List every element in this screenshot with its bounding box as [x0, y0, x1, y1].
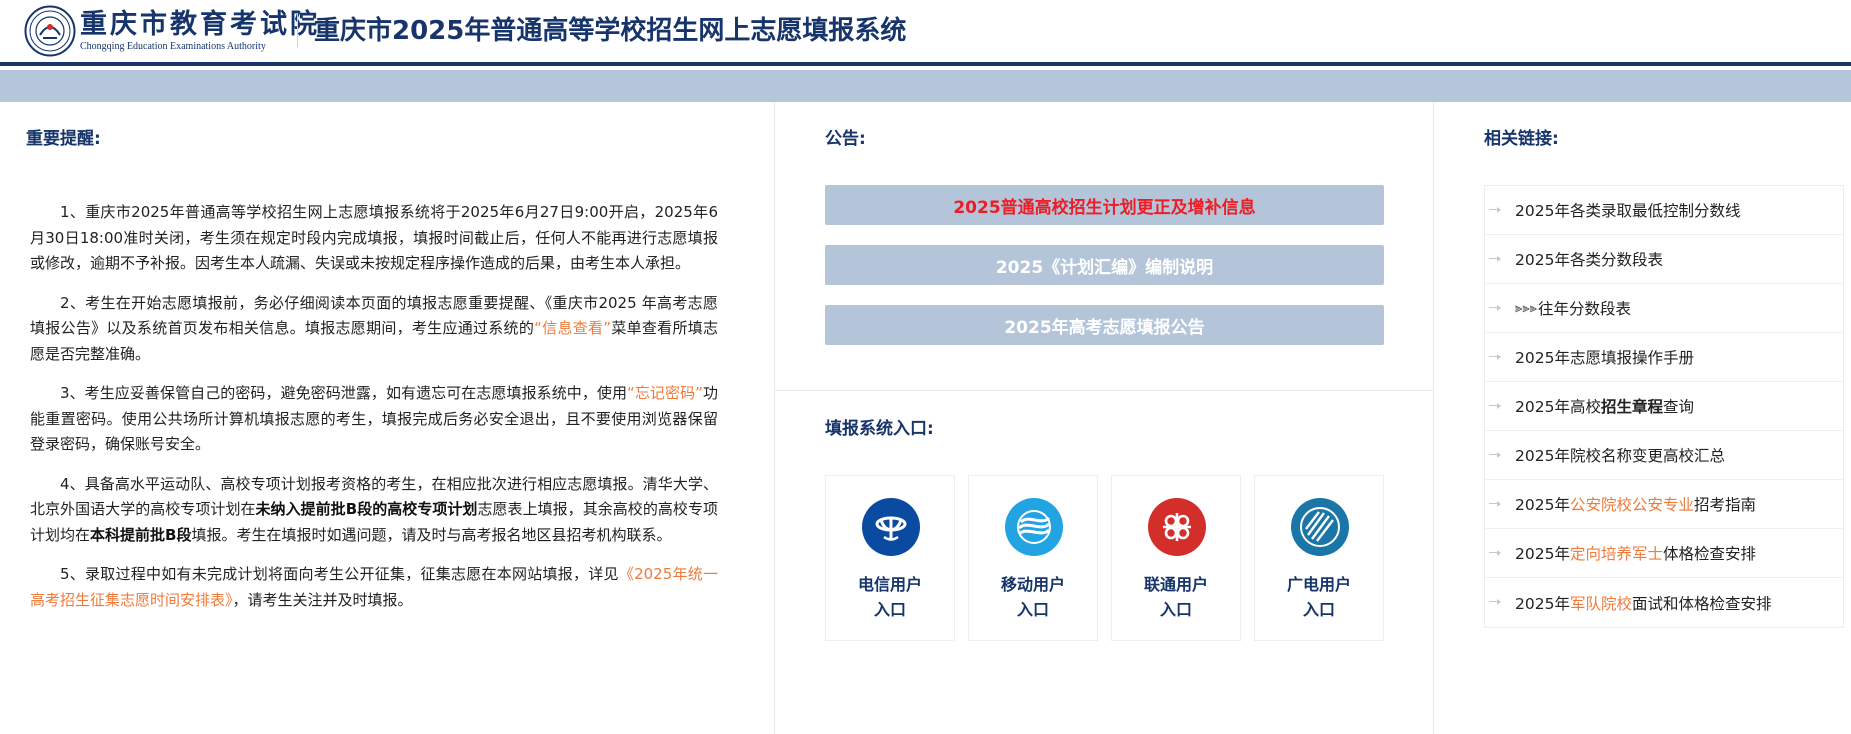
early-batch-bold: 本科提前批B段	[90, 525, 192, 544]
system-title: 重庆市2025年普通高等学校招生网上志愿填报系统	[314, 16, 907, 46]
telecom-entry[interactable]: 电信用户 入口	[825, 475, 955, 641]
mobile-entry[interactable]: 移动用户 入口	[968, 475, 1098, 641]
reminder-item-2: 2、考生在开始志愿填报前，务必仔细阅读本页面的填报志愿重要提醒、《重庆市2025…	[30, 291, 718, 368]
reminder-5-text-end: ，请考生关注并及时填报。	[232, 590, 413, 609]
arrow-icon	[1489, 207, 1501, 213]
mobile-entry-label: 移动用户 入口	[969, 572, 1097, 622]
reminder-item-3: 3、考生应妥善保管自己的密码，避免密码泄露，如有遗忘可在志愿填报系统中，使用“忘…	[30, 381, 718, 458]
link-label-end: 体格检查安排	[1662, 545, 1756, 563]
link-label: 2025年	[1515, 594, 1570, 613]
china-unicom-icon	[1148, 498, 1206, 556]
china-telecom-icon	[862, 498, 920, 556]
application-announcement[interactable]: 2025年高考志愿填报公告	[825, 305, 1384, 345]
reminder-1-text: 1、重庆市2025年普通高等学校招生网上志愿填报系统将于2025年6月27日9:…	[30, 203, 718, 272]
link-admission-charter[interactable]: 2025年高校 招生章程 查询	[1485, 382, 1843, 431]
announcements-panel: 公告: 2025普通高校招生计划更正及增补信息 2025《计划汇编》编制说明 2…	[774, 102, 1434, 734]
related-links-title: 相关链接:	[1484, 129, 1559, 149]
unicom-entry-label: 联通用户 入口	[1112, 572, 1240, 622]
link-label-highlight: 军队院校	[1569, 594, 1632, 613]
arrow-icon	[1489, 599, 1501, 605]
authority-logo[interactable]: 重庆市教育考试院 Chongqing Education Examination…	[24, 5, 320, 57]
reminder-item-4: 4、具备高水平运动队、高校专项计划报考资格的考生，在相应批次进行相应志愿填报。清…	[30, 472, 718, 549]
telecom-entry-label: 电信用户 入口	[826, 572, 954, 622]
forgot-password-highlight: “忘记密码”	[627, 384, 703, 402]
link-label: 2025年各类分数段表	[1515, 251, 1663, 269]
link-label: 2025年高校	[1515, 398, 1601, 416]
arrow-icon	[1489, 305, 1501, 311]
unicom-label-line2: 入口	[1159, 600, 1192, 619]
link-label-end: 招考指南	[1693, 496, 1756, 514]
china-mobile-icon	[1005, 498, 1063, 556]
header-divider	[297, 13, 298, 47]
important-reminders-panel: 重要提醒: 1、重庆市2025年普通高等学校招生网上志愿填报系统将于2025年6…	[0, 102, 774, 734]
broadnet-label-line1: 广电用户	[1286, 575, 1351, 594]
link-military-academy-exam[interactable]: 2025年 军队院校 面试和体格检查安排	[1485, 578, 1843, 627]
reminder-item-5: 5、录取过程中如有未完成计划将面向考生公开征集，征集志愿在本网站填报，详见《20…	[30, 562, 718, 613]
broadnet-entry-label: 广电用户 入口	[1255, 572, 1383, 622]
arrow-icon	[1489, 354, 1501, 360]
reminder-item-1: 1、重庆市2025年普通高等学校招生网上志愿填报系统将于2025年6月27日9:…	[30, 200, 718, 277]
arrow-icon	[1489, 256, 1501, 262]
related-links-panel: 相关链接: 2025年各类录取最低控制分数线 2025年各类分数段表 ⫸⫸⫸ 往年…	[1434, 102, 1851, 734]
arrow-icon	[1489, 452, 1501, 458]
link-label: 2025年志愿填报操作手册	[1515, 349, 1694, 367]
logo-english-name: Chongqing Education Examinations Authori…	[80, 41, 266, 52]
link-label: 2025年	[1515, 545, 1570, 563]
link-label-end: 查询	[1662, 398, 1694, 416]
link-label-bold: 招生章程	[1600, 398, 1663, 416]
link-name-changes[interactable]: 2025年院校名称变更高校汇总	[1485, 431, 1843, 480]
mobile-label-line1: 移动用户	[1000, 575, 1065, 594]
reminder-5-text: 5、录取过程中如有未完成计划将面向考生公开征集，征集志愿在本网站填报，详见	[60, 565, 619, 583]
link-label: 2025年院校名称变更高校汇总	[1515, 447, 1725, 465]
logo-chinese-name: 重庆市教育考试院	[80, 9, 320, 40]
plan-correction-announcement[interactable]: 2025普通高校招生计划更正及增补信息	[825, 185, 1384, 225]
reminders-list: 1、重庆市2025年普通高等学校招生网上志愿填报系统将于2025年6月27日9:…	[30, 200, 718, 627]
link-label-highlight: 定向培养军士	[1569, 545, 1663, 563]
link-score-distribution[interactable]: 2025年各类分数段表	[1485, 235, 1843, 284]
arrow-icon	[1489, 550, 1501, 556]
header: 重庆市教育考试院 Chongqing Education Examination…	[0, 0, 1851, 66]
link-operation-manual[interactable]: 2025年志愿填报操作手册	[1485, 333, 1843, 382]
authority-seal-icon	[24, 5, 76, 57]
related-links-list: 2025年各类录取最低控制分数线 2025年各类分数段表 ⫸⫸⫸ 往年分数段表 2…	[1484, 185, 1844, 628]
reminders-title: 重要提醒:	[26, 129, 101, 149]
middle-divider	[775, 390, 1433, 391]
announcements-title: 公告:	[825, 129, 866, 149]
link-label-highlight: 公安院校公安专业	[1569, 496, 1694, 514]
page: 重庆市教育考试院 Chongqing Education Examination…	[0, 0, 1851, 734]
link-police-academy-guide[interactable]: 2025年 公安院校公安专业 招考指南	[1485, 480, 1843, 529]
reminder-4-text-end: 填报。考生在填报时如遇问题，请及时与高考报名地区县招考机构联系。	[191, 525, 672, 544]
unicom-entry[interactable]: 联通用户 入口	[1111, 475, 1241, 641]
special-plan-bold: 未纳入提前批B段的高校专项计划	[255, 500, 478, 518]
broadnet-entry[interactable]: 广电用户 入口	[1254, 475, 1384, 641]
link-sergeant-physical-exam[interactable]: 2025年 定向培养军士 体格检查安排	[1485, 529, 1843, 578]
nav-band	[0, 70, 1851, 102]
link-min-control-scores[interactable]: 2025年各类录取最低控制分数线	[1485, 186, 1843, 235]
china-broadnet-icon	[1291, 498, 1349, 556]
telecom-label-line1: 电信用户	[857, 575, 922, 594]
arrow-icon	[1489, 501, 1501, 507]
arrow-icon	[1489, 403, 1501, 409]
info-view-highlight: “信息查看”	[534, 319, 612, 337]
triple-arrow-icon: ⫸⫸⫸	[1515, 300, 1537, 316]
broadnet-label-line2: 入口	[1302, 600, 1335, 619]
link-label: 2025年各类录取最低控制分数线	[1515, 202, 1741, 220]
link-label: 往年分数段表	[1538, 300, 1632, 318]
link-past-score-distribution[interactable]: ⫸⫸⫸ 往年分数段表	[1485, 284, 1843, 333]
link-label-end: 面试和体格检查安排	[1631, 594, 1772, 613]
mobile-label-line2: 入口	[1016, 600, 1049, 619]
entry-title: 填报系统入口:	[825, 419, 934, 439]
reminder-3-text: 3、考生应妥善保管自己的密码，避免密码泄露，如有遗忘可在志愿填报系统中，使用	[60, 384, 628, 402]
link-label: 2025年	[1515, 496, 1570, 514]
unicom-label-line1: 联通用户	[1143, 575, 1208, 594]
telecom-label-line2: 入口	[873, 600, 906, 619]
plan-compilation-announcement[interactable]: 2025《计划汇编》编制说明	[825, 245, 1384, 285]
